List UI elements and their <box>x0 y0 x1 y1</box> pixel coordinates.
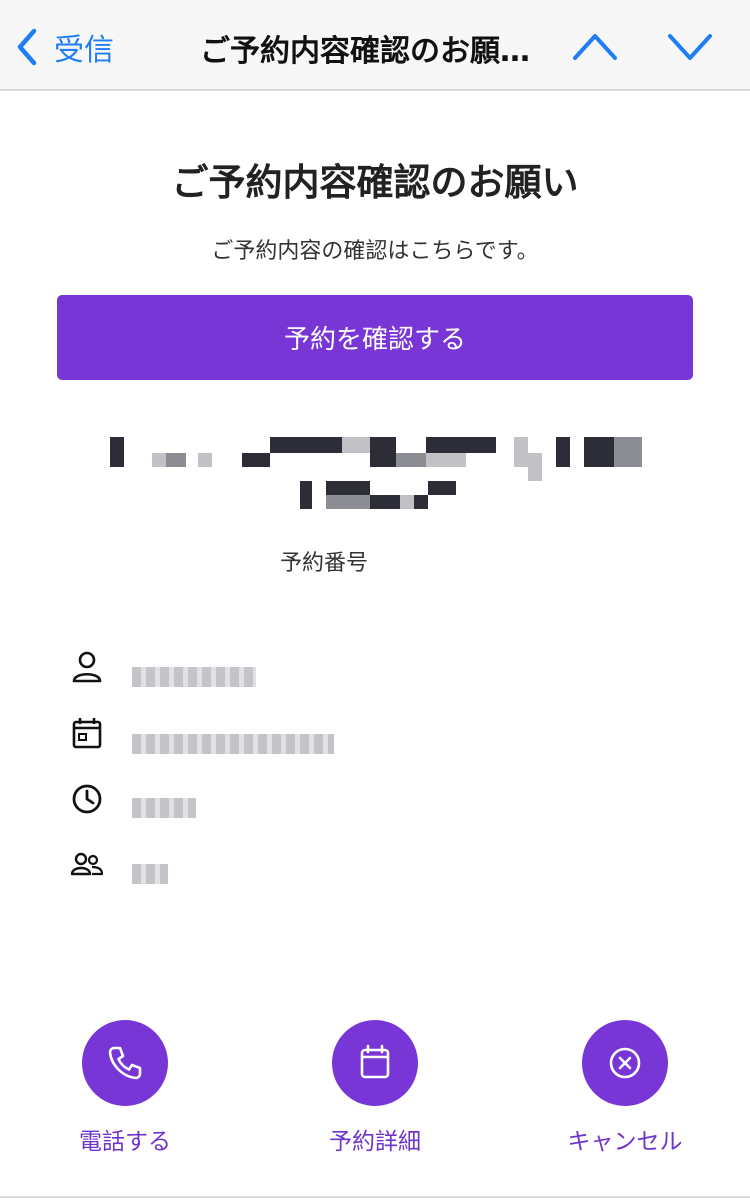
people-icon <box>70 848 104 882</box>
detail-guests-redacted <box>132 864 168 884</box>
call-action[interactable]: 電話する <box>25 1020 225 1156</box>
nav-title: ご予約内容確認のお願… <box>200 34 530 69</box>
clock-icon <box>70 782 104 816</box>
back-button[interactable]: 受信 <box>14 24 114 70</box>
detail-name-redacted <box>132 667 256 687</box>
cancel-action[interactable]: キャンセル <box>525 1020 725 1156</box>
reservation-details-label[interactable]: 予約詳細 <box>329 1122 421 1156</box>
confirm-reservation-button[interactable]: 予約を確認する <box>57 295 693 380</box>
back-label[interactable]: 受信 <box>54 25 114 69</box>
reservation-details-button[interactable] <box>332 1020 418 1106</box>
calendar-icon <box>360 1044 390 1079</box>
chevron-left-icon <box>17 28 37 66</box>
detail-time-redacted <box>132 798 196 818</box>
details-action[interactable]: 予約詳細 <box>275 1020 475 1156</box>
navigation-bar: 受信 ご予約内容確認のお願… <box>0 0 750 91</box>
person-icon <box>70 650 104 684</box>
chevron-up-icon <box>573 34 617 60</box>
bottom-divider <box>0 1196 750 1198</box>
cancel-icon <box>609 1047 641 1079</box>
cancel-label[interactable]: キャンセル <box>568 1122 683 1156</box>
email-subtitle: ご予約内容の確認はこちらです。 <box>211 239 539 264</box>
previous-message-button[interactable] <box>567 22 623 72</box>
cancel-button[interactable] <box>582 1020 668 1106</box>
phone-icon <box>108 1046 142 1080</box>
call-button[interactable] <box>82 1020 168 1106</box>
calendar-icon <box>70 716 104 750</box>
chevron-down-icon <box>668 34 712 60</box>
email-title: ご予約内容確認のお願い <box>171 161 579 204</box>
reservation-number-label: 予約番号 <box>280 551 369 576</box>
detail-date-redacted <box>132 734 334 754</box>
next-message-button[interactable] <box>662 22 718 72</box>
call-label[interactable]: 電話する <box>79 1122 171 1156</box>
